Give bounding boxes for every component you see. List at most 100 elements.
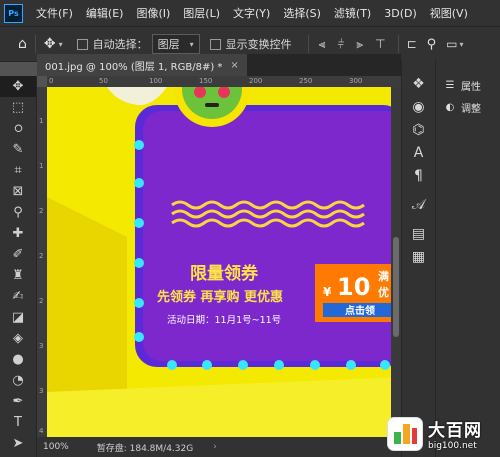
paragraph-icon[interactable]: ¶ bbox=[402, 164, 435, 187]
photoshop-logo: Ps bbox=[4, 3, 23, 23]
history-brush-tool-icon[interactable]: ✍ bbox=[0, 286, 36, 307]
clone-stamp-tool-icon[interactable]: ♜ bbox=[0, 265, 36, 286]
menu-edit[interactable]: 编辑(E) bbox=[86, 5, 124, 21]
status-bar: 100% 暂存盘: 184.8M/4.32G › bbox=[37, 437, 401, 457]
quick-select-tool-icon[interactable]: ✎ bbox=[0, 139, 36, 160]
menu-type[interactable]: 文字(Y) bbox=[233, 5, 270, 21]
brush-tool-icon[interactable]: ✐ bbox=[0, 244, 36, 265]
properties-panel-group: ☰ 属性 ◐ 调整 bbox=[435, 60, 500, 457]
libraries-icon[interactable]: ▤ bbox=[402, 222, 435, 245]
auto-select-option[interactable]: 自动选择： bbox=[76, 36, 148, 52]
banner-artwork: 限量领券 先领券 再享购 更优惠 活动日期：11月1号~11号 ¥ 10 满 优… bbox=[47, 87, 401, 437]
menu-image[interactable]: 图像(I) bbox=[136, 5, 170, 21]
chevron-right-icon[interactable]: › bbox=[213, 442, 217, 452]
ruler-label: 150 bbox=[199, 77, 213, 85]
show-transform-checkbox[interactable] bbox=[209, 38, 221, 50]
lasso-tool-icon[interactable]: ഠ bbox=[0, 118, 36, 139]
menu-select[interactable]: 选择(S) bbox=[283, 5, 321, 21]
notes-icon[interactable]: ▦ bbox=[402, 245, 435, 268]
vertical-scrollbar[interactable] bbox=[391, 87, 401, 437]
ruler-label: 2 bbox=[39, 297, 44, 305]
ruler-label: 1 bbox=[39, 162, 44, 170]
document-canvas[interactable]: 限量领券 先领券 再享购 更优惠 活动日期：11月1号~11号 ¥ 10 满 优… bbox=[47, 87, 401, 437]
align-left-icon[interactable]: ⫷ bbox=[319, 37, 326, 52]
chevron-down-icon[interactable]: ▾ bbox=[460, 40, 464, 49]
frame-tool-icon[interactable]: ⊠ bbox=[0, 181, 36, 202]
properties-panel-tab[interactable]: ☰ 属性 bbox=[436, 74, 500, 96]
panel-icon-strip: ❖ ◉ ⌬ A ¶ 𝒜 ▤ ▦ bbox=[401, 60, 435, 457]
zoom-level[interactable]: 100% bbox=[43, 442, 69, 452]
light-bulb bbox=[134, 140, 144, 150]
scroll-thumb[interactable] bbox=[393, 237, 399, 337]
ruler-label: 50 bbox=[99, 77, 108, 85]
path-selection-tool-icon[interactable]: ➤ bbox=[0, 433, 36, 454]
coupon-side-text: 满 bbox=[378, 269, 389, 283]
type-tool-icon[interactable]: T bbox=[0, 412, 36, 433]
marquee-tool-icon[interactable]: ⬚ bbox=[0, 97, 36, 118]
align-right-icon[interactable]: ⫸ bbox=[356, 37, 363, 52]
distribute-icon[interactable]: ⊏ bbox=[407, 37, 417, 51]
paint-bucket-tool-icon[interactable]: ◈ bbox=[0, 328, 36, 349]
light-bulb bbox=[310, 360, 320, 370]
menu-bar: Ps 文件(F) 编辑(E) 图像(I) 图层(L) 文字(Y) 选择(S) 滤… bbox=[0, 0, 500, 26]
menu-3d[interactable]: 3D(D) bbox=[384, 7, 417, 20]
eraser-tool-icon[interactable]: ◪ bbox=[0, 307, 36, 328]
glyphs-icon[interactable]: 𝒜 bbox=[402, 193, 435, 216]
light-bulb bbox=[134, 298, 144, 308]
pen-tool-icon[interactable]: ✒ bbox=[0, 391, 36, 412]
paths-icon[interactable]: ⌬ bbox=[402, 118, 435, 141]
watermark: 大百网 big100.net bbox=[388, 410, 500, 457]
ruler-label: 1 bbox=[39, 117, 44, 125]
ruler-label: 2 bbox=[39, 252, 44, 260]
dodge-tool-icon[interactable]: ◔ bbox=[0, 370, 36, 391]
channels-icon[interactable]: ◉ bbox=[402, 95, 435, 118]
eyedropper-tool-icon[interactable]: ⚲ bbox=[0, 202, 36, 223]
search-icon[interactable]: ⚲ bbox=[427, 37, 437, 52]
ruler-label: 4 bbox=[39, 427, 44, 435]
adjustments-icon: ◐ bbox=[445, 101, 455, 113]
move-tool-icon[interactable]: ✥ bbox=[0, 76, 36, 97]
auto-select-checkbox[interactable] bbox=[76, 38, 88, 50]
light-bulb bbox=[134, 178, 144, 188]
chevron-down-icon[interactable]: ▾ bbox=[59, 40, 63, 49]
blur-tool-icon[interactable]: ● bbox=[0, 349, 36, 370]
divider bbox=[397, 35, 399, 53]
layers-icon[interactable]: ❖ bbox=[402, 72, 435, 95]
align-center-icon[interactable]: ⫩ bbox=[337, 37, 344, 52]
ruler-label: 100 bbox=[149, 77, 163, 85]
watermark-logo bbox=[388, 417, 422, 450]
character-icon[interactable]: A bbox=[402, 141, 435, 164]
divider bbox=[307, 35, 309, 53]
healing-brush-tool-icon[interactable]: ✚ bbox=[0, 223, 36, 244]
document-tab-title: 001.jpg @ 100% (图层 1, RGB/8#) * bbox=[45, 61, 223, 73]
auto-select-label: 自动选择： bbox=[92, 38, 148, 51]
align-top-icon[interactable]: ⊤ bbox=[375, 37, 385, 51]
adjustments-panel-tab[interactable]: ◐ 调整 bbox=[436, 96, 500, 118]
layer-select-dropdown[interactable]: 图层 ▾ bbox=[151, 34, 200, 54]
light-bulb bbox=[274, 360, 284, 370]
close-icon[interactable]: × bbox=[230, 60, 238, 71]
scratch-disk-info: 暂存盘: 184.8M/4.32G bbox=[96, 443, 194, 454]
properties-icon: ☰ bbox=[445, 79, 455, 91]
move-tool-icon[interactable]: ✥ bbox=[44, 36, 56, 52]
divider bbox=[34, 35, 36, 53]
light-bulb bbox=[346, 360, 356, 370]
ruler-label: 300 bbox=[349, 77, 363, 85]
show-transform-option[interactable]: 显示变换控件 bbox=[209, 36, 292, 52]
crop-tool-icon[interactable]: ⌗ bbox=[0, 160, 36, 181]
watermark-title: 大百网 bbox=[428, 421, 482, 441]
menu-file[interactable]: 文件(F) bbox=[36, 5, 73, 21]
promo-slogan: 先领券 再享购 更优惠 bbox=[157, 289, 283, 305]
workspace-icon[interactable]: ▭ bbox=[446, 37, 457, 51]
home-icon[interactable]: ⌂ bbox=[18, 36, 27, 52]
coupon-value: 10 bbox=[337, 273, 370, 301]
menu-filter[interactable]: 滤镜(T) bbox=[334, 5, 371, 21]
document-tab[interactable]: 001.jpg @ 100% (图层 1, RGB/8#) * × bbox=[37, 54, 247, 76]
light-bulb bbox=[380, 360, 390, 370]
light-bulb bbox=[167, 360, 177, 370]
menu-view[interactable]: 视图(V) bbox=[430, 5, 468, 21]
coupon-symbol: ¥ bbox=[323, 285, 332, 299]
promo-title: 限量领券 bbox=[190, 263, 259, 284]
menu-layer[interactable]: 图层(L) bbox=[183, 5, 220, 21]
layer-select-value: 图层 bbox=[157, 38, 180, 51]
